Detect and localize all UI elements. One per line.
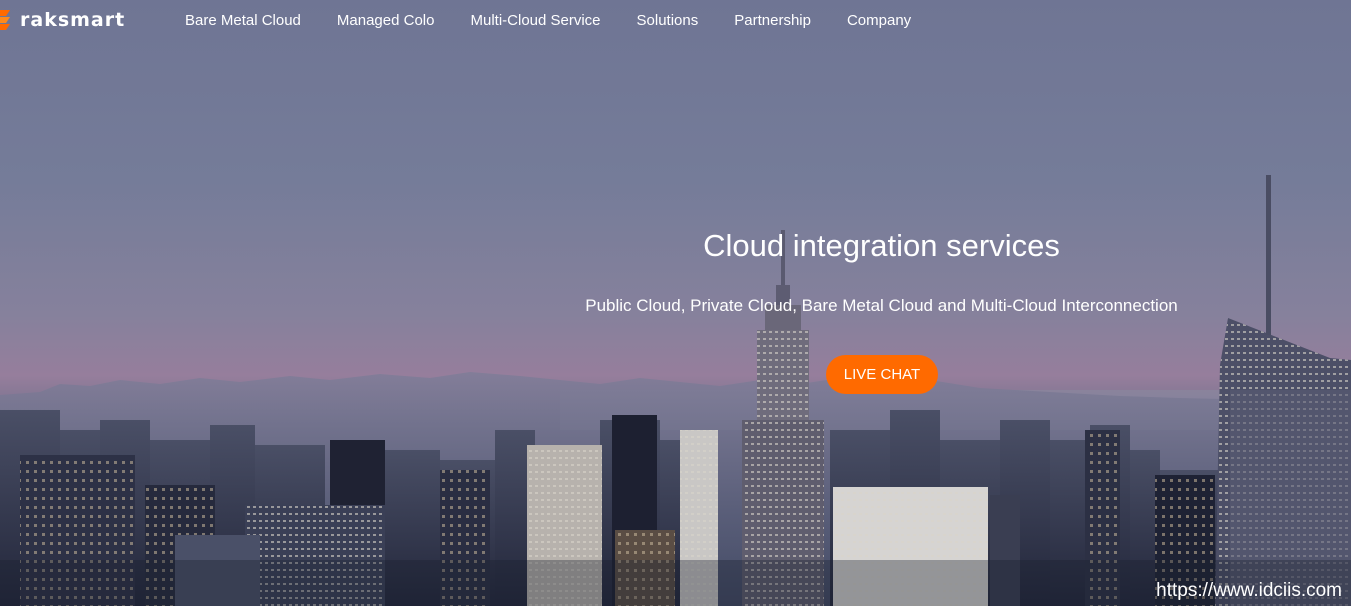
live-chat-button[interactable]: LIVE CHAT <box>826 355 938 394</box>
nav-item-company[interactable]: Company <box>847 12 911 29</box>
nav-item-multi-cloud-service[interactable]: Multi-Cloud Service <box>470 12 600 29</box>
hero-subtitle: Public Cloud, Private Cloud, Bare Metal … <box>585 296 1178 315</box>
brand-name: raksmart <box>20 9 126 31</box>
brand-logo[interactable]: raksmart <box>0 8 125 32</box>
nav-item-solutions[interactable]: Solutions <box>637 12 699 29</box>
nav-item-bare-metal-cloud[interactable]: Bare Metal Cloud <box>185 12 301 29</box>
top-navigation: raksmart Bare Metal Cloud Managed Colo M… <box>0 0 1351 42</box>
nav-item-managed-colo[interactable]: Managed Colo <box>337 12 435 29</box>
hero-banner: raksmart Bare Metal Cloud Managed Colo M… <box>0 0 1351 606</box>
nav-item-partnership[interactable]: Partnership <box>734 12 811 29</box>
hero-title: Cloud integration services <box>703 228 1060 263</box>
watermark-text: https://www.idciis.com <box>1156 580 1342 601</box>
main-menu: Bare Metal Cloud Managed Colo Multi-Clou… <box>185 12 911 29</box>
raksmart-logo-icon <box>0 10 10 30</box>
